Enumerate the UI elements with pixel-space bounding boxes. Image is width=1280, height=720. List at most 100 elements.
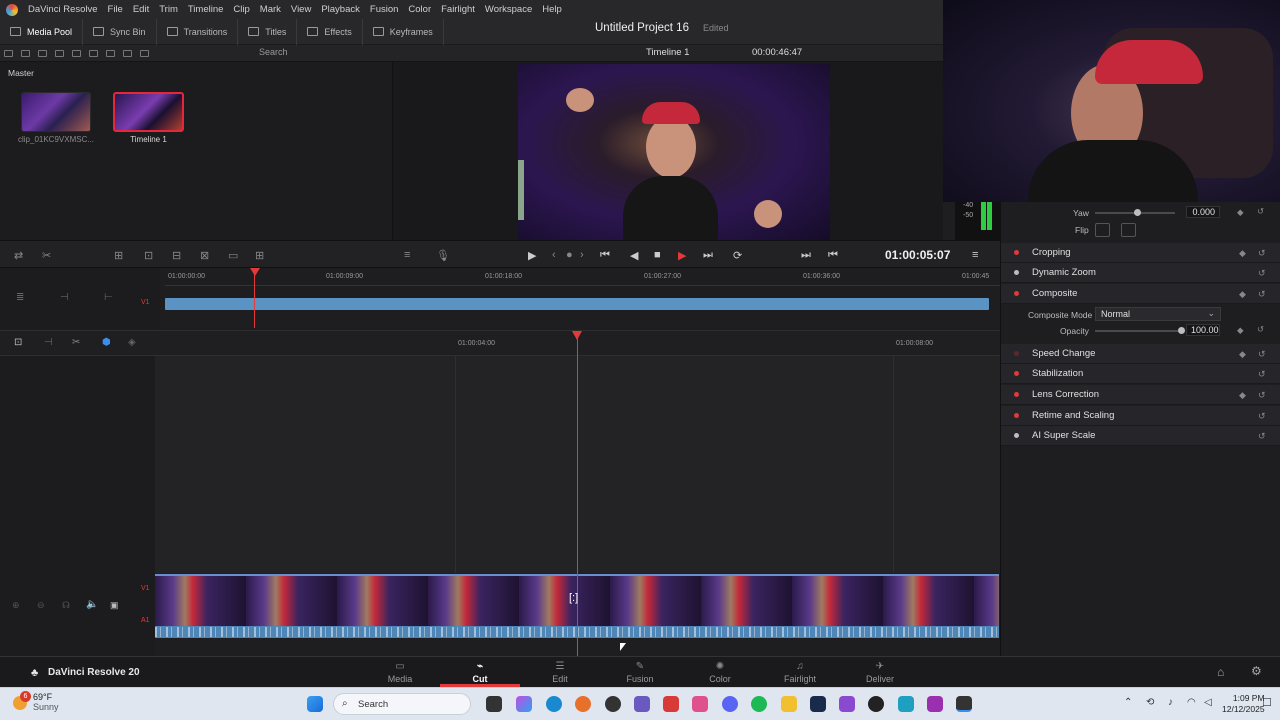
hamburger-menu-icon[interactable]: ≡ bbox=[972, 249, 978, 261]
smart-insert-icon[interactable]: ⊞ bbox=[114, 249, 123, 262]
marker-icon[interactable]: ⬢ bbox=[102, 337, 111, 348]
composite-section[interactable]: Composite ◆ ↺ bbox=[1001, 284, 1280, 304]
dynamic-zoom-reset-icon[interactable]: ↺ bbox=[1258, 268, 1266, 279]
panel-toggle-icon[interactable] bbox=[4, 49, 13, 57]
taskbar-search[interactable]: ⌕ Search bbox=[333, 693, 471, 715]
scissors-icon[interactable]: ✂ bbox=[72, 337, 80, 348]
page-fusion[interactable]: ✎ Fusion bbox=[600, 661, 680, 684]
menu-clip[interactable]: Clip bbox=[233, 4, 249, 15]
upper-timeline-clip[interactable] bbox=[165, 298, 989, 310]
cropping-reset-icon[interactable]: ↺ bbox=[1258, 248, 1266, 259]
fx-icon[interactable] bbox=[927, 696, 943, 712]
stabilization-reset-icon[interactable]: ↺ bbox=[1258, 369, 1266, 380]
speed-change-keyframe-icon[interactable]: ◆ bbox=[1239, 349, 1246, 360]
import-folder-icon[interactable] bbox=[38, 49, 47, 57]
search-input[interactable]: Search bbox=[255, 47, 365, 60]
marker-dot-icon[interactable]: ● bbox=[566, 249, 573, 261]
opacity-slider-handle[interactable] bbox=[1178, 327, 1185, 334]
menu-workspace[interactable]: Workspace bbox=[485, 4, 532, 15]
page-deliver[interactable]: ✈ Deliver bbox=[840, 661, 920, 684]
previous-clip-icon[interactable]: ⏮ bbox=[828, 249, 838, 262]
append-icon[interactable]: ⊡ bbox=[144, 249, 153, 262]
speed-change-section[interactable]: Speed Change ◆ ↺ bbox=[1001, 344, 1280, 364]
next-frame-icon[interactable]: › bbox=[580, 249, 584, 261]
go-to-start-icon[interactable]: ⏮ bbox=[600, 249, 610, 262]
viewer-frame[interactable] bbox=[518, 64, 830, 240]
menu-edit[interactable]: Edit bbox=[133, 4, 149, 15]
next-clip-icon[interactable]: ⏭ bbox=[801, 249, 811, 262]
timeline-selector[interactable]: Timeline 1 bbox=[646, 47, 689, 58]
composite-mode-select[interactable]: Normal ⌄ bbox=[1095, 307, 1221, 321]
menu-timeline[interactable]: Timeline bbox=[188, 4, 224, 15]
upper-timeline-ruler[interactable]: 01:00:00:00 01:00:09:00 01:00:18:00 01:0… bbox=[165, 268, 1000, 286]
dynamic-zoom-section[interactable]: Dynamic Zoom ↺ bbox=[1001, 263, 1280, 283]
weather-widget[interactable]: 69°F Sunny bbox=[33, 692, 59, 712]
razor-icon[interactable]: ✂ bbox=[42, 249, 51, 262]
play-icon[interactable]: ▶ bbox=[678, 249, 686, 262]
place-on-top-icon[interactable]: ▭ bbox=[228, 249, 238, 262]
opacity-slider[interactable] bbox=[1095, 330, 1183, 332]
import-icon[interactable] bbox=[21, 49, 30, 57]
menu-view[interactable]: View bbox=[291, 4, 311, 15]
upper-playhead-handle[interactable] bbox=[250, 268, 260, 276]
close-up-icon[interactable]: ⊠ bbox=[200, 249, 209, 262]
yaw-keyframe-icon[interactable]: ◆ bbox=[1237, 207, 1244, 218]
spotify-icon[interactable] bbox=[751, 696, 767, 712]
strip-view-icon[interactable] bbox=[123, 49, 132, 57]
speed-change-reset-icon[interactable]: ↺ bbox=[1258, 349, 1266, 360]
discord-icon[interactable] bbox=[722, 696, 738, 712]
flip-horizontal-icon[interactable] bbox=[1095, 223, 1110, 237]
previous-frame-icon[interactable]: ‹ bbox=[552, 249, 556, 261]
cropping-enable-icon[interactable] bbox=[1014, 250, 1019, 255]
menu-fusion[interactable]: Fusion bbox=[370, 4, 399, 15]
track-lock-icon[interactable]: ⊕ bbox=[12, 600, 20, 611]
flip-vertical-icon[interactable] bbox=[1121, 223, 1136, 237]
menu-fairlight[interactable]: Fairlight bbox=[441, 4, 475, 15]
page-cut[interactable]: ⌁ Cut bbox=[440, 661, 520, 684]
speed-change-enable-icon[interactable] bbox=[1014, 351, 1019, 356]
file-explorer-icon[interactable] bbox=[781, 696, 797, 712]
opacity-field[interactable]: 100.00 bbox=[1186, 324, 1220, 336]
app-red-icon[interactable] bbox=[663, 696, 679, 712]
page-fairlight[interactable]: ♫ Fairlight bbox=[760, 661, 840, 684]
edge-icon[interactable] bbox=[546, 696, 562, 712]
network-icon[interactable]: ⟲ bbox=[1146, 697, 1154, 708]
retime-scaling-reset-icon[interactable]: ↺ bbox=[1258, 411, 1266, 422]
volume-icon[interactable]: ◁ bbox=[1204, 697, 1212, 708]
sync-icon[interactable] bbox=[55, 49, 64, 57]
ai-super-scale-enable-icon[interactable] bbox=[1014, 433, 1019, 438]
composite-reset-icon[interactable]: ↺ bbox=[1258, 289, 1266, 300]
play-around-icon[interactable]: ▶ bbox=[528, 249, 536, 262]
notification-icon[interactable]: ☐ bbox=[1262, 696, 1272, 709]
copilot-icon[interactable] bbox=[516, 696, 532, 712]
voiceover-icon[interactable]: 🎙 bbox=[436, 249, 450, 262]
microphone-icon[interactable]: ♪ bbox=[1168, 697, 1173, 708]
timeline-thumbnail[interactable] bbox=[113, 92, 184, 132]
task-view-icon[interactable] bbox=[486, 696, 502, 712]
track-split-icon[interactable]: ⊣ bbox=[60, 292, 69, 303]
lower-playhead-handle[interactable] bbox=[572, 331, 582, 340]
gear-icon[interactable]: ⚙ bbox=[1251, 664, 1262, 678]
clip-thumbnail[interactable] bbox=[21, 92, 91, 132]
upper-playhead[interactable] bbox=[254, 270, 255, 328]
sync-bin-button[interactable]: Sync Bin bbox=[83, 18, 157, 45]
taskbar-clock[interactable]: 1:09 PM 12/12/2025 bbox=[1222, 693, 1265, 715]
lens-correction-section[interactable]: Lens Correction ◆ ↺ bbox=[1001, 385, 1280, 405]
go-to-end-icon[interactable]: ⏭ bbox=[703, 249, 713, 262]
opacity-keyframe-icon[interactable]: ◆ bbox=[1237, 325, 1244, 336]
yaw-field[interactable]: 0.000 bbox=[1186, 206, 1220, 218]
dynamic-zoom-enable-icon[interactable] bbox=[1014, 270, 1019, 275]
chevron-up-icon[interactable]: ⌃ bbox=[1124, 697, 1132, 708]
metadata-view-icon[interactable] bbox=[89, 49, 98, 57]
davinci-resolve-taskbar-icon[interactable] bbox=[956, 696, 972, 712]
page-color[interactable]: ✺ Color bbox=[680, 661, 760, 684]
page-media[interactable]: ▭ Media bbox=[360, 661, 440, 684]
music-icon[interactable] bbox=[692, 696, 708, 712]
obs-icon[interactable] bbox=[605, 696, 621, 712]
transitions-button[interactable]: Transitions bbox=[157, 18, 239, 45]
link-icon[interactable] bbox=[72, 49, 81, 57]
stabilization-enable-icon[interactable] bbox=[1014, 371, 1019, 376]
app-purple-icon[interactable] bbox=[839, 696, 855, 712]
lens-correction-keyframe-icon[interactable]: ◆ bbox=[1239, 390, 1246, 401]
menu-mark[interactable]: Mark bbox=[260, 4, 281, 15]
